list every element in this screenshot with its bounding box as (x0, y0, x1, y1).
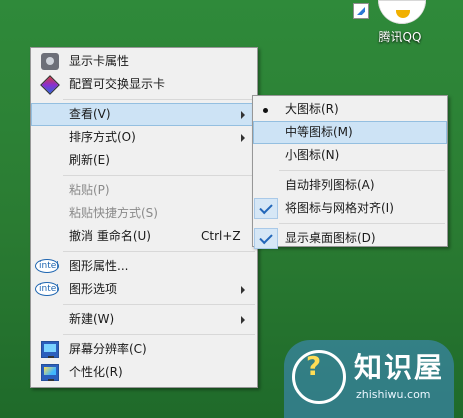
question-mark-glyph: ? (306, 352, 322, 382)
menu-item-label: 新建(W) (69, 312, 115, 326)
submenu-item-medium-icons[interactable]: 中等图标(M) (253, 121, 447, 144)
menu-item-label: 粘贴快捷方式(S) (69, 206, 158, 220)
menu-item-label: 屏幕分辨率(C) (69, 342, 147, 356)
selected-bullet-icon (263, 108, 268, 113)
qq-desktop-shortcut[interactable]: 腾讯QQ (350, 0, 440, 46)
menu-item-undo-rename[interactable]: 撤消 重命名(U) Ctrl+Z (31, 225, 257, 248)
switchable-graphics-icon (40, 75, 60, 95)
chevron-right-icon (241, 134, 245, 142)
menu-item-sort-by[interactable]: 排序方式(O) (31, 126, 257, 149)
menu-separator (63, 99, 255, 100)
menu-item-label: 撤消 重命名(U) (69, 229, 151, 243)
menu-item-label: 大图标(R) (285, 102, 339, 116)
chevron-right-icon (241, 316, 245, 324)
menu-separator (63, 334, 255, 335)
graphics-card-icon (41, 53, 59, 70)
menu-item-label: 查看(V) (69, 107, 111, 121)
qq-label: 腾讯QQ (378, 30, 422, 44)
menu-item-refresh[interactable]: 刷新(E) (31, 149, 257, 172)
menu-item-paste-shortcut[interactable]: 粘贴快捷方式(S) (31, 202, 257, 225)
menu-separator (279, 223, 445, 224)
personalize-icon (41, 364, 59, 381)
desktop-context-menu: 显示卡属性 配置可交换显示卡 查看(V) 排序方式(O) 刷新(E) 粘贴(P)… (30, 47, 258, 388)
menu-item-label: 刷新(E) (69, 153, 110, 167)
screen-resolution-icon (41, 341, 59, 358)
submenu-item-large-icons[interactable]: 大图标(R) (253, 98, 447, 121)
menu-item-label: 显示桌面图标(D) (285, 231, 376, 245)
menu-item-label: 显示卡属性 (69, 54, 130, 68)
chevron-right-icon (241, 286, 245, 294)
menu-item-screen-resolution[interactable]: 屏幕分辨率(C) (31, 338, 257, 361)
menu-item-label: 个性化(R) (69, 365, 123, 379)
menu-item-label: 图形属性... (69, 259, 129, 273)
menu-item-switchable-graphics[interactable]: 配置可交换显示卡 (31, 73, 257, 96)
menu-item-graphics-options[interactable]: intel 图形选项 (31, 278, 257, 301)
submenu-item-align-to-grid[interactable]: 将图标与网格对齐(I) (253, 197, 447, 220)
intel-icon: intel (35, 282, 59, 296)
keyboard-shortcut: Ctrl+Z (201, 229, 241, 243)
submenu-item-small-icons[interactable]: 小图标(N) (253, 144, 447, 167)
zhishiwu-watermark: ? 知识屋 zhishiwu.com (284, 340, 454, 418)
menu-item-label: 配置可交换显示卡 (69, 77, 166, 91)
menu-item-graphics-properties[interactable]: 显示卡属性 (31, 50, 257, 73)
menu-item-label: 排序方式(O) (69, 130, 136, 144)
menu-separator (279, 170, 445, 171)
watermark-url: zhishiwu.com (356, 388, 431, 401)
menu-separator (63, 304, 255, 305)
menu-item-label: 图形选项 (69, 282, 118, 296)
menu-item-label: 将图标与网格对齐(I) (285, 201, 394, 215)
view-submenu: 大图标(R) 中等图标(M) 小图标(N) 自动排列图标(A) 将图标与网格对齐… (252, 95, 448, 250)
intel-icon: intel (35, 259, 59, 273)
menu-item-personalize[interactable]: 个性化(R) (31, 361, 257, 384)
menu-item-paste[interactable]: 粘贴(P) (31, 179, 257, 202)
submenu-item-auto-arrange[interactable]: 自动排列图标(A) (253, 174, 447, 197)
menu-item-view[interactable]: 查看(V) (31, 103, 257, 126)
menu-item-label: 小图标(N) (285, 148, 340, 162)
watermark-title: 知识屋 (354, 351, 445, 384)
menu-item-graphics-properties-intel[interactable]: intel 图形属性... (31, 255, 257, 278)
menu-item-label: 粘贴(P) (69, 183, 110, 197)
menu-item-label: 中等图标(M) (285, 125, 353, 139)
submenu-item-show-desktop-icons[interactable]: 显示桌面图标(D) (253, 227, 447, 250)
menu-separator (63, 175, 255, 176)
menu-item-label: 自动排列图标(A) (285, 178, 375, 192)
menu-item-new[interactable]: 新建(W) (31, 308, 257, 331)
chevron-right-icon (241, 111, 245, 119)
menu-separator (63, 251, 255, 252)
shortcut-arrow-icon (353, 3, 369, 19)
